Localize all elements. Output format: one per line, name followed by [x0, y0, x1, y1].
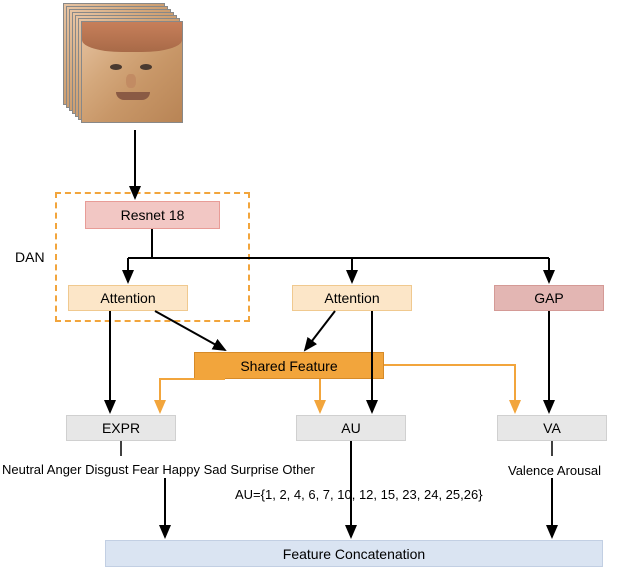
resnet-block: Resnet 18 — [85, 201, 220, 229]
va-block: VA — [497, 415, 607, 441]
shared-feature-block: Shared Feature — [194, 352, 384, 379]
gap-block: GAP — [494, 285, 604, 311]
va-dims-label: Valence Arousal — [508, 463, 601, 478]
expr-block: EXPR — [66, 415, 176, 441]
expr-classes-label: Neutral Anger Disgust Fear Happy Sad Sur… — [2, 462, 315, 477]
au-block: AU — [296, 415, 406, 441]
attention-block-1: Attention — [68, 285, 188, 311]
attention-block-2: Attention — [292, 285, 412, 311]
dan-label: DAN — [15, 249, 45, 265]
au-set-label: AU={1, 2, 4, 6, 7, 10, 12, 15, 23, 24, 2… — [235, 487, 483, 502]
input-face-stack — [63, 3, 187, 127]
feature-concatenation-block: Feature Concatenation — [105, 540, 603, 567]
